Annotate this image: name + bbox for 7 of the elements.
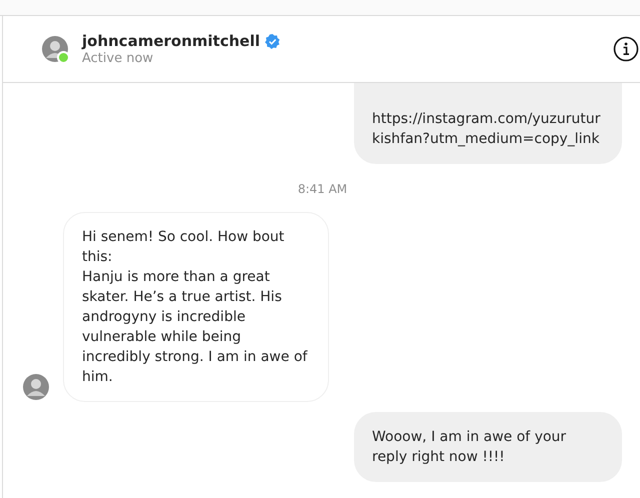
info-icon[interactable] — [613, 36, 639, 62]
sent-message: Wooow, I am in awe of your reply right now !!!! — [354, 412, 622, 482]
status-text: Active now — [82, 51, 154, 66]
avatar-icon[interactable] — [23, 374, 49, 400]
received-message: Hi senem! So cool. How bout this: Hanju is more than a great skater. He’s a true artist. His androgyny is incredible vulnerable while being incredibly strong. I am in awe of him. — [63, 212, 329, 402]
timestamp: 8:41 AM — [298, 182, 348, 196]
username[interactable]: johncameronmitchell — [82, 32, 260, 50]
